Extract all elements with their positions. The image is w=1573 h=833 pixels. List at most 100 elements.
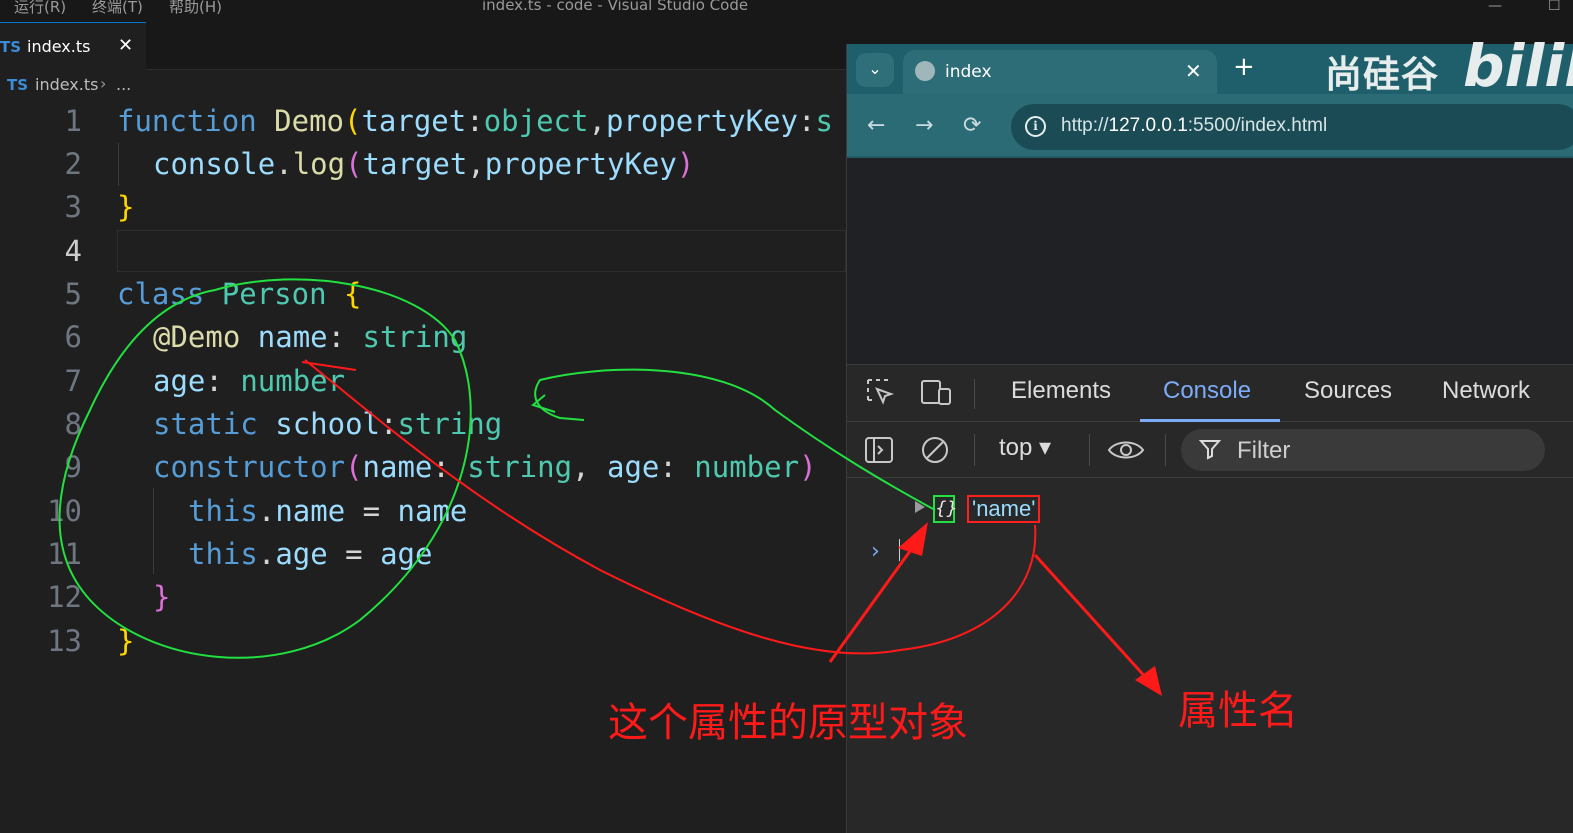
console-caret[interactable] (899, 539, 900, 561)
bilibili-logo: bilib (1463, 32, 1573, 100)
code-text: function Demo(target:object,propertyKey:… (117, 104, 833, 138)
vscode-title-bar: 运行(R) 终端(T) 帮助(H) index.ts - code - Visu… (0, 0, 1573, 22)
code-line: 1 function Demo(target:object,propertyKe… (0, 100, 846, 143)
reload-icon[interactable]: ⟳ (963, 113, 981, 138)
code-text: } (117, 190, 135, 224)
globe-icon (915, 61, 935, 81)
typescript-file-icon: TS (0, 38, 22, 56)
code-line: 2 console.log(target,propertyKey) (0, 143, 846, 186)
breadcrumb-more[interactable]: ... (116, 75, 131, 94)
context-selector[interactable]: top ▾ (999, 433, 1051, 462)
code-text: console.log(target,propertyKey) (153, 147, 695, 181)
watermark-text: 尚硅谷 (1325, 53, 1439, 96)
console-toolbar: top ▾ Filter (847, 422, 1573, 478)
code-text: } (117, 624, 135, 658)
breadcrumb: TS index.ts › ... (0, 70, 850, 100)
line-number: 1 (64, 104, 82, 138)
code-line: 4 (0, 230, 846, 273)
tab-console[interactable]: Console (1163, 377, 1251, 405)
page-viewport (847, 160, 1573, 364)
menu-terminal[interactable]: 终端(T) (92, 0, 143, 17)
code-line: 10 this.name = name (0, 490, 846, 533)
code-line: 6 @Demo name: string (0, 316, 846, 359)
code-line: 7 age: number (0, 360, 846, 403)
browser-tab-index[interactable]: index ✕ (903, 50, 1217, 94)
chevron-down-icon: ⌄ (868, 59, 882, 78)
code-line: 8 static school:string (0, 403, 846, 446)
clear-console-icon[interactable] (919, 434, 951, 466)
typescript-file-icon: TS (7, 76, 29, 94)
code-text: constructor(name: string, age: number) (153, 450, 817, 484)
tab-network[interactable]: Network (1442, 377, 1530, 405)
annotation-property-name-label: 属性名 (1178, 688, 1298, 734)
code-text: age: number (153, 364, 346, 398)
menu-run[interactable]: 运行(R) (14, 0, 66, 17)
line-number: 12 (47, 580, 82, 614)
device-toolbar-icon[interactable] (919, 377, 953, 409)
console-prompt-icon: › (871, 539, 880, 564)
url-text[interactable]: http://127.0.0.1:5500/index.html (1061, 115, 1327, 137)
chevron-right-icon: › (100, 74, 107, 93)
code-line: 3 } (0, 186, 846, 229)
filter-placeholder: Filter (1237, 437, 1291, 464)
breadcrumb-file[interactable]: index.ts (35, 75, 98, 94)
minimize-icon[interactable]: — (1488, 0, 1502, 14)
divider (1089, 434, 1090, 466)
back-arrow-icon[interactable]: ← (867, 113, 885, 138)
line-number: 6 (64, 320, 82, 354)
inspect-element-icon[interactable] (865, 377, 897, 409)
divider (1165, 434, 1166, 466)
code-line: 13 } (0, 620, 846, 663)
close-icon[interactable]: ✕ (118, 35, 133, 56)
browser-tab-title: index (945, 62, 992, 82)
code-line: 9 constructor(name: string, age: number) (0, 446, 846, 489)
menu-help[interactable]: 帮助(H) (169, 0, 222, 17)
tab-elements[interactable]: Elements (1011, 377, 1111, 405)
line-number: 5 (64, 277, 82, 311)
code-text: class Person { (117, 277, 362, 311)
devtools-tab-bar: Elements Console Sources Network (847, 365, 1573, 422)
annotation-prototype-label: 这个属性的原型对象 (608, 700, 968, 746)
tab-sources[interactable]: Sources (1304, 377, 1392, 405)
logged-string: 'name' (967, 495, 1041, 523)
browser-toolbar: ← → ⟳ i http://127.0.0.1:5500/index.html (847, 94, 1573, 158)
eye-icon[interactable] (1106, 434, 1146, 466)
line-number: 3 (64, 190, 82, 224)
info-icon[interactable]: i (1025, 116, 1046, 137)
address-bar[interactable]: i http://127.0.0.1:5500/index.html (1011, 104, 1573, 150)
code-text: static school:string (153, 407, 503, 441)
line-number: 13 (47, 624, 82, 658)
filter-input[interactable]: Filter (1181, 429, 1545, 471)
close-icon[interactable]: ✕ (1185, 59, 1202, 83)
line-number: 9 (64, 450, 82, 484)
expand-triangle-icon[interactable] (915, 501, 925, 513)
forward-arrow-icon[interactable]: → (915, 113, 933, 138)
code-text: this.name = name (188, 494, 468, 528)
devtools-panel: Elements Console Sources Network top ▾ F… (847, 364, 1573, 833)
line-number: 11 (47, 537, 82, 571)
line-number: 10 (47, 494, 82, 528)
window-title: index.ts - code - Visual Studio Code (482, 0, 749, 14)
sidebar-toggle-icon[interactable] (863, 434, 895, 466)
logged-object[interactable]: {} (933, 495, 958, 523)
code-text: } (153, 580, 171, 614)
line-number: 2 (64, 147, 82, 181)
code-line: 5 class Person { (0, 273, 846, 316)
browser-tab-bar: ⌄ index ✕ + 尚硅谷 bilib (847, 32, 1573, 100)
editor-tab-label: index.ts (27, 37, 91, 56)
code-text: @Demo name: string (153, 320, 468, 354)
divider (974, 379, 975, 409)
code-text: this.age = age (188, 537, 433, 571)
new-tab-button[interactable]: + (1233, 52, 1255, 82)
editor-tab-index-ts[interactable]: TS index.ts ✕ (0, 22, 146, 70)
maximize-icon[interactable]: ☐ (1548, 0, 1561, 14)
line-number: 8 (64, 407, 82, 441)
console-output[interactable]: {} 'name' › (847, 479, 1573, 833)
code-line: 12 } (0, 576, 846, 619)
filter-icon (1199, 440, 1221, 460)
code-line: 11 this.age = age (0, 533, 846, 576)
divider (974, 434, 975, 466)
tab-search-button[interactable]: ⌄ (856, 53, 894, 87)
line-number: 7 (64, 364, 82, 398)
line-number: 4 (64, 234, 82, 268)
